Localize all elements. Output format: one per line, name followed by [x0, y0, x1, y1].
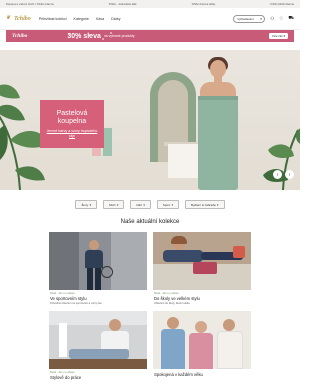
promo-banner[interactable]: Tchibo 30% sleva na vybrané produkty Víc…: [6, 30, 294, 42]
header-actions: Vyhledávání ⌕ ⚇ ♡ ⛟: [233, 14, 294, 23]
chip-label: Děti: [136, 202, 142, 207]
chevron-down-icon: ▾: [171, 202, 174, 207]
model-towel-dress: [198, 96, 238, 190]
collection-image-leisure[interactable]: [153, 311, 251, 369]
filter-chip-home-garden[interactable]: Bydlení & zahrada ▾: [185, 200, 225, 209]
cart-icon[interactable]: ⛟: [288, 15, 294, 22]
filter-chip-kids[interactable]: Děti ▾: [130, 200, 151, 209]
card-tag: Nově · Jen v e-shopu: [154, 292, 179, 295]
nav-item-occasion[interactable]: Příležitost kolekci: [39, 17, 67, 21]
nav-item-categories[interactable]: Kategorie: [74, 17, 89, 21]
chip-label: Bydlení & zahrada: [191, 202, 216, 207]
promo-logo: Tchibo: [12, 33, 28, 39]
heart-icon[interactable]: ♡: [279, 16, 283, 22]
collection-card-school[interactable]: Nově · Jen v e-shopu Do školy ve velkém …: [153, 232, 251, 307]
chevron-down-icon: ▾: [217, 202, 219, 207]
promo-more-button[interactable]: Více info ▾: [268, 33, 288, 39]
filter-chip-sport[interactable]: Sport ▾: [156, 200, 180, 209]
search-placeholder: Vyhledávání: [237, 16, 254, 21]
carousel-controls: ‹ ›: [273, 170, 294, 179]
search-input[interactable]: Vyhledávání ⌕: [233, 14, 266, 23]
chevron-down-icon: ▾: [143, 202, 145, 207]
topbar-left[interactable]: Doprava a vrácení zboží v Tchibo zdarma: [6, 3, 54, 6]
nav-item-gifts[interactable]: Dárky: [111, 17, 120, 21]
topbar-right[interactable]: Tchibo Kávové dárky: [191, 3, 215, 6]
card-tag: Nově · Jen v e-shopu: [50, 371, 75, 374]
filter-chip-men[interactable]: Muži ▾: [103, 200, 125, 209]
top-bar: Doprava a vrácení zboží v Tchibo zdarma …: [0, 0, 300, 8]
hero-carousel[interactable]: Pastelová koupelna Jemné barvy a vzory t…: [0, 50, 300, 190]
collection-image-sport[interactable]: [49, 232, 147, 290]
collection-card-sport[interactable]: Nově · Jen v e-shopu Ve sportovním stylu…: [49, 232, 147, 307]
chevron-down-icon: ▾: [89, 202, 92, 207]
hero-subtitle-link[interactable]: Jemné barvy a vzory tropického ráje: [44, 129, 100, 138]
promo-button-label: Více info: [271, 34, 283, 38]
card-title[interactable]: Ve sportovním stylu: [50, 296, 146, 301]
nav-item-coffee[interactable]: Káva: [96, 17, 104, 21]
card-title[interactable]: Do školy ve velkém stylu: [154, 296, 250, 301]
card-description: Oblečení do školy, školní taška: [154, 302, 190, 305]
collection-image-work[interactable]: [49, 311, 147, 369]
promo-decoration: [66, 32, 116, 40]
card-title[interactable]: Spokojená v každém věku: [154, 372, 250, 377]
tchibo-logo[interactable]: ❦ Tchibo: [6, 16, 31, 22]
collection-card-work[interactable]: Nově · Jen v e-shopu Stylově do práce: [49, 311, 147, 382]
topbar-far-right[interactable]: Tchibo Mobil zdarma: [270, 3, 294, 6]
coffee-bean-icon: ❦: [6, 16, 11, 21]
card-description: Pohodlné oblečení na sportování a volný …: [50, 302, 102, 305]
chip-label: Muži: [109, 202, 116, 207]
hero-promo-card[interactable]: Pastelová koupelna Jemné barvy a vzory t…: [40, 100, 104, 148]
card-title[interactable]: Stylově do práce: [50, 375, 146, 380]
chip-label: Sport: [162, 202, 171, 207]
hero-title: Pastelová koupelna: [56, 110, 88, 125]
filter-chip-women[interactable]: Ženy ▾: [75, 200, 98, 209]
category-filters: Ženy ▾ Muži ▾ Děti ▾ Sport ▾ Bydlení & zahra…: [0, 200, 300, 209]
main-nav: Příležitost kolekci Kategorie Káva Dárky: [39, 17, 121, 21]
topbar-center[interactable]: Tchibo - Jednoduše kafe: [108, 3, 136, 6]
card-tag: Nově · Jen v e-shopu: [50, 292, 75, 295]
search-icon[interactable]: ⌕: [260, 16, 262, 21]
logo-text: Tchibo: [14, 15, 31, 22]
collections-grid: Nově · Jen v e-shopu Ve sportovním stylu…: [0, 232, 300, 386]
collection-card-leisure[interactable]: Spokojená v každém věku: [153, 311, 251, 382]
carousel-next-button[interactable]: ›: [285, 170, 294, 179]
collections-heading: Naše aktuální kolekce: [120, 219, 180, 225]
user-icon[interactable]: ⚇: [270, 16, 274, 22]
carousel-prev-button[interactable]: ‹: [273, 170, 282, 179]
collection-image-school[interactable]: [153, 232, 251, 290]
model-towel-trim: [198, 96, 238, 100]
hero-towel-green: [103, 128, 112, 156]
site-header: ❦ Tchibo Příležitost kolekci Kategorie K…: [0, 8, 300, 30]
chevron-down-icon: ▾: [116, 202, 119, 207]
chip-label: Ženy: [81, 202, 89, 207]
